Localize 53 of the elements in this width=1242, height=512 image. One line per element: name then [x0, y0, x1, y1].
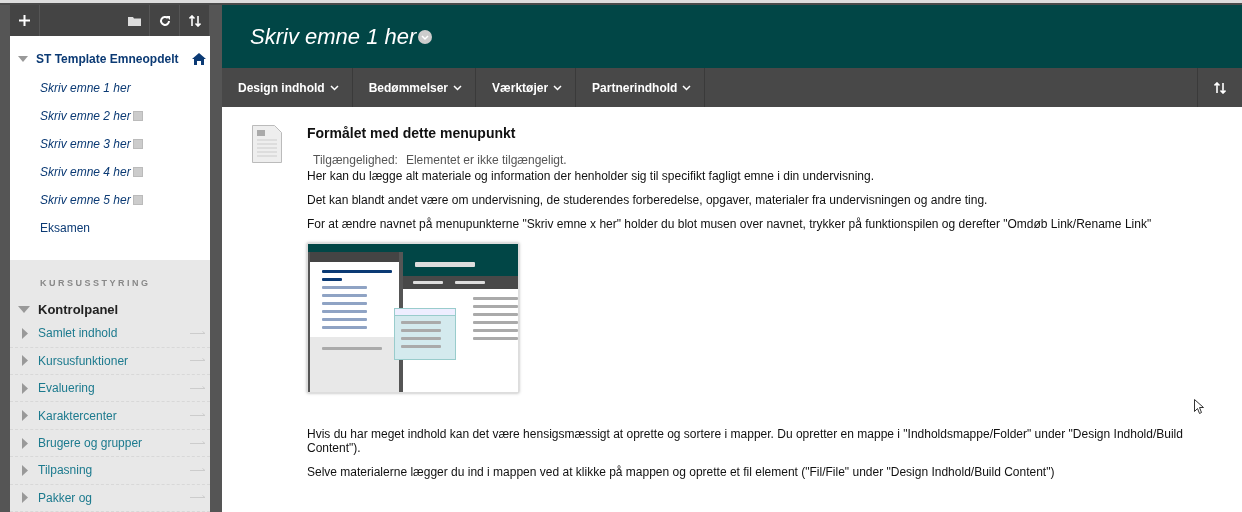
nav-menu-button[interactable]: Værktøjer — [476, 68, 577, 108]
paragraph: For at ændre navnet på menupunkterne "Skriv emne x her" holder du blot musen over navnet, trykker på funktionspilen og derefter "Omdøb Link/Rename Link" — [307, 217, 1153, 232]
course-menu-link[interactable]: Skriv emne 2 her — [40, 109, 131, 124]
paragraph: Her kan du lægge alt materiale og information der henholder sig til specifikt fagligt emne i din undervisning. — [307, 169, 875, 184]
home-icon[interactable] — [192, 53, 206, 66]
expand-triangle-icon[interactable] — [22, 464, 28, 476]
paragraph: Hvis du har meget indhold kan det være hensigsmæssigt at oprette og sortere i mapper. Du opretter en mappe i "Indholdsmappe/Folder" under "Design Indhold/Build Content"). — [307, 427, 1184, 456]
chevron-down-icon — [553, 84, 563, 91]
course-menu-link[interactable]: Skriv emne 1 her — [40, 81, 131, 96]
expand-triangle-icon[interactable] — [22, 382, 28, 394]
course-menu-link[interactable]: Skriv emne 5 her — [40, 193, 131, 208]
paragraph: Selve materialerne lægger du ind i mappen ved at klikke på mappen og oprette et fil element ("Fil/File" under "Design Indhold/Build Content") — [307, 465, 1056, 480]
panel-link[interactable]: Tilpasning — [38, 463, 180, 478]
panel-link[interactable]: Samlet indhold — [38, 326, 180, 341]
mouse-cursor-icon — [1194, 399, 1204, 415]
expand-triangle-icon[interactable] — [22, 492, 28, 504]
arrow-right-icon[interactable] — [190, 413, 206, 419]
expand-triangle-icon[interactable] — [22, 355, 28, 367]
nav-menu-button[interactable]: Partnerindhold — [576, 68, 706, 108]
chevron-circle-icon[interactable] — [418, 29, 433, 44]
panel-link[interactable]: Evaluering — [38, 381, 180, 396]
course-menu-link[interactable]: Skriv emne 3 her — [40, 137, 131, 152]
arrow-right-icon[interactable] — [190, 358, 206, 364]
panel-link[interactable]: Pakker og — [38, 490, 180, 505]
panel-link[interactable]: Kursusfunktioner — [38, 353, 180, 368]
arrow-right-icon[interactable] — [190, 467, 206, 473]
document-icon — [252, 125, 282, 164]
availability-value: Elementet er ikke tilgængeligt. — [405, 153, 567, 168]
chevron-down-icon — [453, 84, 463, 91]
arrow-right-icon[interactable] — [190, 330, 206, 336]
collapse-triangle-icon[interactable] — [18, 304, 30, 314]
item-title: Formålet med dette menupunkt — [307, 125, 517, 142]
panel-title[interactable]: Kontrolpanel — [38, 301, 119, 317]
collapse-triangle-icon[interactable] — [18, 55, 28, 64]
chevron-down-icon — [329, 84, 339, 91]
expand-triangle-icon[interactable] — [22, 410, 28, 422]
arrow-right-icon[interactable] — [190, 440, 206, 446]
paragraph: Det kan blandt andet være om undervisning, de studerendes forberedelse, opgaver, materialer fra undervisningen og andre ting. — [307, 193, 989, 208]
availability-label: Tilgængelighed: — [313, 153, 398, 168]
expand-triangle-icon[interactable] — [22, 327, 28, 339]
page-title: Skriv emne 1 her — [250, 23, 417, 50]
course-menu-link[interactable]: Eksamen — [40, 221, 91, 236]
section-heading: KURSUSSTYRING — [39, 278, 152, 289]
expand-triangle-icon[interactable] — [22, 437, 28, 449]
course-menu-link[interactable]: Skriv emne 4 her — [40, 165, 131, 180]
course-title[interactable]: ST Template Emneopdelt — [36, 52, 184, 67]
arrow-right-icon[interactable] — [190, 495, 206, 501]
panel-link[interactable]: Karaktercenter — [38, 408, 180, 423]
nav-menu-button[interactable]: Design indhold — [222, 68, 353, 108]
nav-menu-button[interactable]: Bedømmelser — [352, 68, 477, 108]
arrow-right-icon[interactable] — [190, 385, 206, 391]
chevron-down-icon — [682, 84, 692, 91]
panel-link[interactable]: Brugere og grupper — [38, 436, 180, 450]
